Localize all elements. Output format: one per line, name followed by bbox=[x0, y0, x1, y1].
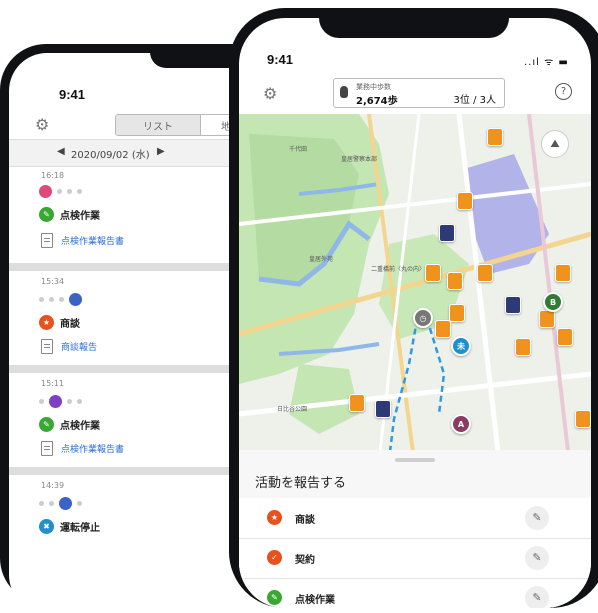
activity-label: 点検作業 bbox=[60, 211, 100, 222]
stop-icon: ✖ bbox=[39, 519, 54, 534]
report-link[interactable]: 点検作業報告書 bbox=[41, 233, 124, 248]
list-item[interactable]: ✎ 点検作業 ✎ bbox=[239, 578, 591, 608]
status-time: 9:41 bbox=[267, 52, 294, 67]
cloud-icon bbox=[69, 293, 82, 306]
wrench-icon: ✎ bbox=[39, 207, 54, 222]
tab-list[interactable]: リスト bbox=[116, 115, 201, 135]
step-counter[interactable]: 業務中歩数 2,674歩 3位 / 3人 bbox=[333, 78, 505, 108]
status-dots bbox=[39, 497, 82, 510]
wrench-icon: ✎ bbox=[267, 590, 282, 605]
map-pin[interactable] bbox=[575, 410, 591, 428]
heart-icon bbox=[49, 395, 62, 408]
divider bbox=[9, 365, 261, 373]
report-sheet: 活動を報告する ★ 商談 ✎ ✓ 契約 ✎ ✎ 点検作業 ✎ bbox=[239, 450, 591, 608]
map-marker[interactable]: B bbox=[543, 292, 563, 312]
map-label: 千代田 bbox=[289, 146, 308, 153]
runner-icon: ★ bbox=[39, 315, 54, 330]
report-link[interactable]: 商談報告 bbox=[41, 339, 97, 354]
map-pin[interactable] bbox=[457, 192, 473, 210]
list-item[interactable]: ✓ 契約 ✎ bbox=[239, 538, 591, 579]
entry-time: 14:39 bbox=[41, 481, 65, 490]
activity-label: 点検作業 bbox=[295, 595, 335, 606]
activity-label: 商談 bbox=[60, 319, 80, 330]
front-phone-frame: 9:41 ..ıl ᯤ ▬ ⚙ 業務中歩数 2,674歩 3位 / 3人 ? 千… bbox=[229, 8, 598, 608]
map-marker[interactable]: A bbox=[451, 414, 471, 434]
map-label: 皇居外苑 bbox=[309, 256, 334, 263]
edit-icon[interactable]: ✎ bbox=[525, 586, 549, 608]
map-pin[interactable] bbox=[505, 296, 521, 314]
clock-icon[interactable]: ◷ bbox=[413, 308, 433, 328]
map-label: 皇居警察本部 bbox=[341, 156, 378, 163]
list-item[interactable]: ★ 商談 ✎ bbox=[239, 498, 591, 539]
entry-time: 15:11 bbox=[41, 379, 65, 388]
map-pin[interactable] bbox=[435, 320, 451, 338]
footprint-icon bbox=[340, 86, 348, 98]
status-dots bbox=[39, 293, 82, 306]
rail bbox=[527, 114, 571, 460]
map-pin[interactable] bbox=[349, 394, 365, 412]
activity-label: 商談 bbox=[295, 515, 315, 526]
status-dots bbox=[39, 185, 82, 198]
report-link[interactable]: 点検作業報告書 bbox=[41, 441, 124, 456]
edit-icon[interactable]: ✎ bbox=[525, 506, 549, 530]
activity-label: 点検作業 bbox=[60, 421, 100, 432]
gear-icon[interactable]: ⚙ bbox=[263, 84, 277, 103]
edit-icon[interactable]: ✎ bbox=[525, 546, 549, 570]
cloud-icon bbox=[59, 497, 72, 510]
map-view[interactable]: 千代田 皇居警察本部 皇居外苑 二重橋前〈丸の内〉 日比谷公園 ◷ 未 B A … bbox=[239, 114, 591, 460]
steps-label: 業務中歩数 bbox=[356, 83, 391, 91]
activity-label: 契約 bbox=[295, 555, 315, 566]
document-icon bbox=[41, 441, 53, 456]
divider bbox=[9, 467, 261, 475]
divider bbox=[9, 263, 261, 271]
next-day-button[interactable]: ▶ bbox=[157, 146, 165, 157]
list-screen: 9:41 ⚙ リスト 地図 ◀ 2020/09/02 (水) ▶ 16:18 bbox=[9, 53, 261, 613]
wrench-icon: ✎ bbox=[39, 417, 54, 432]
gear-icon[interactable]: ⚙ bbox=[35, 115, 49, 134]
date-label: 2020/09/02 (水) bbox=[71, 150, 150, 161]
drag-handle[interactable] bbox=[395, 458, 435, 462]
list-toolbar: ⚙ リスト 地図 bbox=[9, 109, 261, 139]
activity-label: 運転停止 bbox=[60, 523, 100, 534]
document-icon bbox=[41, 233, 53, 248]
document-icon bbox=[41, 339, 53, 354]
notch bbox=[319, 8, 509, 38]
status-dots bbox=[39, 395, 82, 408]
entry-time: 16:18 bbox=[41, 171, 65, 180]
map-pin[interactable] bbox=[515, 338, 531, 356]
map-pin[interactable] bbox=[439, 224, 455, 242]
prev-day-button[interactable]: ◀ bbox=[57, 146, 65, 157]
map-pin[interactable] bbox=[557, 328, 573, 346]
entry-time: 15:34 bbox=[41, 277, 65, 286]
map-pin[interactable] bbox=[487, 128, 503, 146]
map-label: 日比谷公園 bbox=[277, 406, 308, 413]
map-screen: 9:41 ..ıl ᯤ ▬ ⚙ 業務中歩数 2,674歩 3位 / 3人 ? 千… bbox=[239, 18, 591, 608]
map-pin[interactable] bbox=[477, 264, 493, 282]
map-pin[interactable] bbox=[375, 400, 391, 418]
heart-icon bbox=[39, 185, 52, 198]
map-pin[interactable] bbox=[447, 272, 463, 290]
steps-rank: 3位 / 3人 bbox=[453, 95, 496, 106]
date-bar: ◀ 2020/09/02 (水) ▶ bbox=[9, 139, 261, 167]
help-button[interactable]: ? bbox=[555, 83, 572, 100]
runner-icon: ★ bbox=[267, 510, 282, 525]
sheet-title: 活動を報告する bbox=[255, 476, 347, 491]
map-marker[interactable]: 未 bbox=[451, 336, 471, 356]
steps-value: 2,674歩 bbox=[356, 96, 398, 107]
thumbs-up-icon: ✓ bbox=[267, 550, 282, 565]
status-icons: ..ıl ᯤ ▬ bbox=[524, 57, 569, 68]
map-pin[interactable] bbox=[425, 264, 441, 282]
status-time: 9:41 bbox=[59, 87, 86, 102]
map-pin[interactable] bbox=[555, 264, 571, 282]
map-pin[interactable] bbox=[449, 304, 465, 322]
map-label: 二重橋前〈丸の内〉 bbox=[371, 266, 426, 273]
location-button[interactable]: ⛰ bbox=[541, 130, 569, 158]
map-pin[interactable] bbox=[539, 310, 555, 328]
